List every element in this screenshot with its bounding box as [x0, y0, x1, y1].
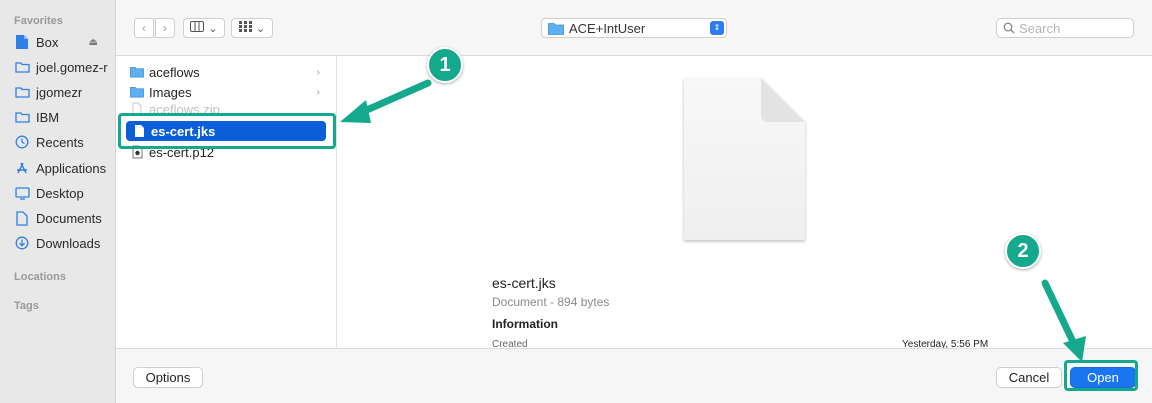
locations-heading: Locations [14, 271, 66, 283]
list-item-images[interactable]: Images › [124, 82, 328, 102]
clock-icon [14, 134, 30, 150]
download-icon [14, 235, 30, 251]
search-input[interactable] [1019, 20, 1129, 36]
highlight-box-open [1064, 360, 1138, 391]
applications-icon [14, 160, 30, 176]
popup-stepper-icon: ⇕ [710, 21, 724, 35]
sidebar-item-joel-gomez[interactable]: joel.gomez-r [14, 56, 110, 78]
sidebar-item-applications[interactable]: Applications [14, 157, 110, 179]
toolbar: ‹ › ⌄ ⌄ ACE+IntUser ⇕ [116, 0, 1152, 56]
step-1-badge: 1 [427, 47, 463, 83]
highlight-box-file [118, 113, 336, 149]
folder-icon [14, 59, 30, 75]
chevron-right-icon: › [316, 86, 320, 98]
sidebar-item-desktop[interactable]: Desktop [14, 182, 110, 204]
location-popup[interactable]: ACE+IntUser ⇕ [541, 18, 727, 38]
preview-kind: Document - 894 bytes [492, 295, 610, 309]
sidebar-item-label: Recents [36, 134, 84, 150]
favorites-heading: Favorites [14, 15, 63, 27]
bottom-bar: Options Cancel Open [116, 348, 1152, 403]
sidebar-item-label: Documents [36, 210, 102, 226]
chevron-down-icon: ⌄ [208, 22, 218, 35]
sidebar: Favorites Box ⏏ joel.gomez-r jgomezr IBM… [0, 0, 116, 403]
sidebar-item-documents[interactable]: Documents [14, 207, 110, 229]
chevron-right-icon: › [163, 21, 167, 35]
folder-icon [14, 84, 30, 100]
folder-icon [548, 22, 564, 35]
sidebar-item-label: Applications [36, 160, 107, 176]
sidebar-item-label: jgomezr [36, 84, 83, 100]
sidebar-item-label: Box [36, 34, 59, 50]
group-view-button[interactable]: ⌄ [231, 18, 273, 38]
search-field[interactable] [996, 18, 1134, 38]
back-button[interactable]: ‹ [134, 18, 154, 38]
file-name: aceflows [149, 64, 200, 80]
desktop-icon [14, 185, 30, 201]
document-large-icon [681, 76, 809, 247]
chevron-left-icon: ‹ [142, 21, 146, 35]
grid-icon [238, 21, 252, 35]
folder-icon [130, 85, 144, 99]
document-icon [14, 210, 30, 226]
sidebar-item-ibm[interactable]: IBM [14, 106, 110, 128]
sidebar-item-jgomezr[interactable]: jgomezr [14, 81, 110, 103]
options-button[interactable]: Options [133, 367, 203, 388]
search-icon [1003, 22, 1015, 34]
chevron-down-icon: ⌄ [255, 22, 266, 35]
tags-heading: Tags [14, 300, 39, 312]
chevron-right-icon: › [316, 66, 320, 78]
file-list-column: aceflows › Images › aceflows.zip es-cert… [116, 56, 337, 348]
file-name: Images [149, 84, 192, 100]
list-item-aceflows[interactable]: aceflows › [124, 62, 328, 82]
box-icon [14, 34, 30, 50]
step-2-badge: 2 [1005, 233, 1041, 269]
eject-icon[interactable]: ⏏ [89, 37, 98, 48]
sidebar-item-label: IBM [36, 109, 60, 125]
current-folder-label: ACE+IntUser [569, 20, 646, 36]
information-heading: Information [492, 317, 558, 331]
folder-icon [130, 65, 144, 79]
folder-icon [14, 109, 30, 125]
sidebar-item-label: Downloads [36, 235, 101, 251]
columns-icon [190, 21, 205, 35]
sidebar-item-downloads[interactable]: Downloads [14, 232, 110, 254]
sidebar-item-recents[interactable]: Recents [14, 131, 110, 153]
sidebar-item-box[interactable]: Box ⏏ [14, 31, 110, 53]
forward-button[interactable]: › [155, 18, 175, 38]
column-view-button[interactable]: ⌄ [183, 18, 225, 38]
preview-pane: es-cert.jks Document - 894 bytes Informa… [337, 56, 1152, 350]
sidebar-item-label: joel.gomez-r [36, 59, 108, 75]
sidebar-item-label: Desktop [36, 185, 84, 201]
cancel-button[interactable]: Cancel [996, 367, 1062, 388]
preview-filename: es-cert.jks [492, 275, 556, 291]
